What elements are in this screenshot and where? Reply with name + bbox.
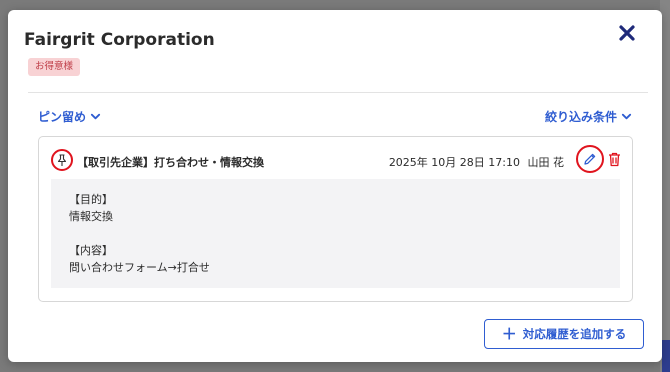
pin-filter-label: ピン留め bbox=[38, 110, 87, 124]
purpose-heading: 【目的】 bbox=[69, 193, 113, 206]
pin-icon[interactable] bbox=[51, 149, 73, 171]
pin-filter-toggle[interactable]: ピン留め bbox=[38, 108, 101, 125]
record-author: 山田 花 bbox=[527, 156, 565, 169]
filter-conditions-label: 絞り込み条件 bbox=[544, 110, 617, 124]
chevron-down-icon bbox=[621, 113, 632, 120]
filter-conditions-toggle[interactable]: 絞り込み条件 bbox=[545, 108, 632, 125]
add-history-label: 対応履歴を追加する bbox=[522, 327, 627, 341]
record-modal: Fairgrit Corporation お得意様 ピン留め 絞り込み条件 【取… bbox=[8, 10, 662, 362]
divider bbox=[28, 92, 648, 93]
add-history-button[interactable]: ＋ 対応履歴を追加する bbox=[484, 319, 644, 349]
record-title: 【取引先企業】打ち合わせ・情報交換 bbox=[77, 156, 264, 169]
record-header: 【取引先企業】打ち合わせ・情報交換 2025年 10月 28日 17:10 山田… bbox=[39, 137, 632, 179]
customer-badge: お得意様 bbox=[28, 58, 81, 76]
modal-title: Fairgrit Corporation bbox=[24, 30, 215, 50]
trash-icon[interactable] bbox=[607, 151, 622, 167]
record-meta: 2025年 10月 28日 17:10 山田 花 bbox=[389, 154, 564, 170]
background-accent-bar bbox=[662, 340, 670, 372]
record-datetime: 2025年 10月 28日 17:10 bbox=[388, 156, 520, 169]
pencil-icon[interactable] bbox=[576, 145, 604, 173]
content-text: 問い合わせフォーム→打合せ bbox=[69, 261, 210, 274]
content-heading: 【内容】 bbox=[69, 244, 113, 257]
purpose-text: 情報交換 bbox=[69, 210, 113, 223]
chevron-down-icon bbox=[90, 113, 101, 120]
plus-icon: ＋ bbox=[501, 324, 517, 343]
record-body: 【目的】 情報交換 【内容】 問い合わせフォーム→打合せ bbox=[51, 179, 620, 288]
close-icon[interactable] bbox=[616, 22, 638, 44]
history-record-card: 【取引先企業】打ち合わせ・情報交換 2025年 10月 28日 17:10 山田… bbox=[38, 136, 633, 302]
